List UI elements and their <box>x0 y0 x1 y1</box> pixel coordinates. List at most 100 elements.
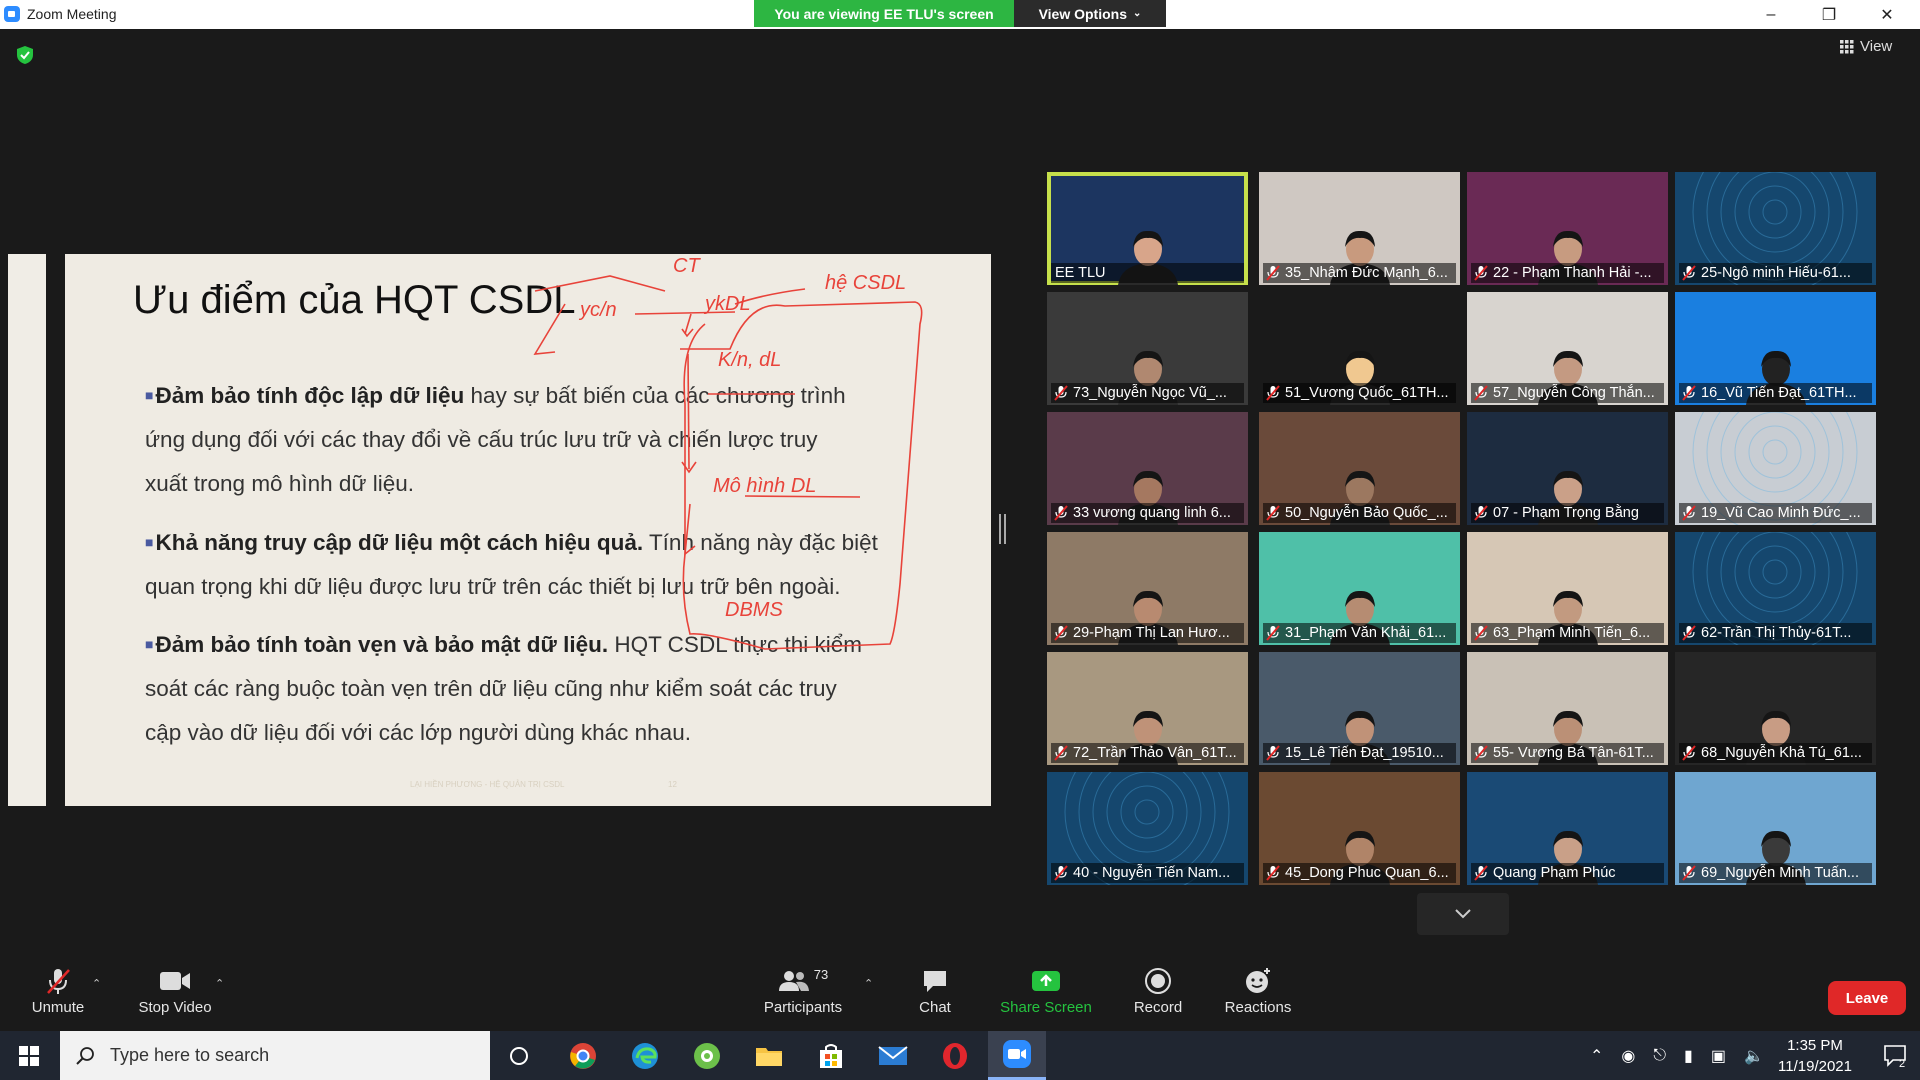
participant-tile[interactable]: 72_Trần Thảo Vân_61T... <box>1047 652 1248 765</box>
file-explorer-taskbar-icon[interactable] <box>740 1031 798 1080</box>
participant-tile[interactable]: EE TLU <box>1047 172 1248 285</box>
participant-tile[interactable]: 31_Phạm Văn Khải_61... <box>1259 532 1460 645</box>
mic-muted-icon <box>1266 625 1280 641</box>
participant-name: 40 - Nguyễn Tiến Nam... <box>1051 863 1244 883</box>
participant-tile[interactable]: Quang Phạm Phúc <box>1467 772 1668 885</box>
window-title: Zoom Meeting <box>27 6 117 22</box>
network-icon[interactable]: ▣ <box>1711 1046 1726 1066</box>
chat-button[interactable]: Chat <box>905 963 965 1016</box>
chevron-up-icon[interactable]: ⌃ <box>1590 1046 1603 1066</box>
webcam-icon[interactable]: ◉ <box>1621 1046 1635 1066</box>
battery-icon[interactable]: ▮ <box>1684 1046 1693 1066</box>
participant-name: Quang Phạm Phúc <box>1471 863 1664 883</box>
participant-tile[interactable]: 50_Nguyễn Bảo Quốc_... <box>1259 412 1460 525</box>
taskbar-search-box[interactable]: Type here to search <box>60 1031 490 1080</box>
mic-muted-icon <box>1474 865 1488 881</box>
participant-name-text: 50_Nguyễn Bảo Quốc_... <box>1285 505 1448 521</box>
stop-video-button[interactable]: Stop Video <box>132 963 218 1016</box>
encryption-shield-icon[interactable] <box>14 44 36 66</box>
participant-name-text: 69_Nguyễn Minh Tuấn... <box>1701 865 1859 881</box>
participant-tile[interactable]: 16_Vũ Tiến Đạt_61TH... <box>1675 292 1876 405</box>
participant-name-text: 16_Vũ Tiến Đạt_61TH... <box>1701 385 1857 401</box>
cortana-circle-icon <box>510 1046 528 1065</box>
participant-name: 50_Nguyễn Bảo Quốc_... <box>1263 503 1456 523</box>
opera-icon <box>943 1042 967 1069</box>
clock-date: 11/19/2021 <box>1778 1058 1852 1075</box>
viewing-screen-label: You are viewing EE TLU's screen <box>754 0 1014 27</box>
record-button[interactable]: Record <box>1128 963 1188 1016</box>
participant-name: 31_Phạm Văn Khải_61... <box>1263 623 1456 643</box>
store-taskbar-icon[interactable] <box>802 1031 860 1080</box>
participant-tile[interactable]: 07 - Phạm Trọng Bằng <box>1467 412 1668 525</box>
participant-tile[interactable]: 25-Ngô minh Hiếu-61... <box>1675 172 1876 285</box>
participant-name-text: 51_Vương Quốc_61TH... <box>1285 385 1449 401</box>
participant-name-text: 62-Trần Thị Thủy-61T... <box>1701 625 1852 641</box>
notification-count: 2 <box>1898 1057 1906 1070</box>
participants-button[interactable]: 73 Participants <box>760 963 846 1016</box>
task-view-button[interactable] <box>490 1031 548 1080</box>
split-view-resize-handle[interactable] <box>999 514 1006 544</box>
edge-taskbar-icon[interactable] <box>616 1031 674 1080</box>
smiley-plus-icon <box>1246 968 1270 993</box>
unmute-button[interactable]: Unmute <box>24 963 92 1016</box>
participant-tile[interactable]: 68_Nguyễn Khả Tú_61... <box>1675 652 1876 765</box>
minimize-button[interactable]: – <box>1742 0 1800 29</box>
participant-name-text: 25-Ngô minh Hiếu-61... <box>1701 265 1851 281</box>
mic-muted-icon <box>1682 265 1696 281</box>
restore-button[interactable]: ❐ <box>1800 0 1858 29</box>
chevron-down-icon: ⌄ <box>1133 8 1142 19</box>
view-options-button[interactable]: View Options ⌄ <box>1014 0 1166 27</box>
participant-tile[interactable]: 22 - Phạm Thanh Hải -... <box>1467 172 1668 285</box>
taskbar-clock[interactable]: 1:35 PM 11/19/2021 <box>1760 1035 1870 1077</box>
participant-tile[interactable]: 40 - Nguyễn Tiến Nam... <box>1047 772 1248 885</box>
close-button[interactable]: ✕ <box>1858 0 1916 29</box>
participant-tile[interactable]: 51_Vương Quốc_61TH... <box>1259 292 1460 405</box>
participant-name-text: 40 - Nguyễn Tiến Nam... <box>1073 865 1231 881</box>
share-screen-button[interactable]: Share Screen <box>996 963 1096 1016</box>
microphone-icon[interactable]: ⎋ <box>1653 1047 1666 1065</box>
clock-time: 1:35 PM <box>1787 1037 1843 1054</box>
mic-muted-icon <box>1682 865 1696 881</box>
coccoc-taskbar-icon[interactable] <box>678 1031 736 1080</box>
participant-name-text: 68_Nguyễn Khả Tú_61... <box>1701 745 1862 761</box>
video-options-caret[interactable]: ⌃ <box>215 977 224 990</box>
chrome-taskbar-icon[interactable] <box>554 1031 612 1080</box>
record-icon <box>1145 968 1171 994</box>
participant-tile[interactable]: 15_Lê Tiến Đạt_19510... <box>1259 652 1460 765</box>
video-camera-icon <box>160 972 190 990</box>
start-button[interactable] <box>0 1031 58 1080</box>
participant-tile[interactable]: 57_Nguyễn Công Thắn... <box>1467 292 1668 405</box>
participant-tile[interactable]: 29-Phạm Thị Lan Hươ... <box>1047 532 1248 645</box>
unmute-label: Unmute <box>31 999 85 1016</box>
annotation-kn-dl: K/n, dL <box>718 349 781 371</box>
participants-options-caret[interactable]: ⌃ <box>864 977 873 990</box>
participant-tile[interactable]: 45_Dong Phuc Quan_6... <box>1259 772 1460 885</box>
leave-button[interactable]: Leave <box>1828 981 1906 1015</box>
reactions-button[interactable]: Reactions <box>1222 963 1294 1016</box>
mail-taskbar-icon[interactable] <box>864 1031 922 1080</box>
mic-muted-icon <box>1266 265 1280 281</box>
participant-name: 68_Nguyễn Khả Tú_61... <box>1679 743 1872 763</box>
participant-tile[interactable]: 63_Phạm Minh Tiến_6... <box>1467 532 1668 645</box>
mic-muted-icon <box>1682 625 1696 641</box>
participant-name: 19_Vũ Cao Minh Đức_... <box>1679 503 1872 523</box>
annotation-he-csdl: hệ CSDL <box>825 272 906 294</box>
participant-tile[interactable]: 19_Vũ Cao Minh Đức_... <box>1675 412 1876 525</box>
participant-name: 62-Trần Thị Thủy-61T... <box>1679 623 1872 643</box>
opera-taskbar-icon[interactable] <box>926 1031 984 1080</box>
participant-name: 16_Vũ Tiến Đạt_61TH... <box>1679 383 1872 403</box>
view-layout-button[interactable]: View <box>1840 38 1892 55</box>
audio-options-caret[interactable]: ⌃ <box>92 977 101 990</box>
participant-tile[interactable]: 73_Nguyễn Ngọc Vũ_... <box>1047 292 1248 405</box>
participant-tile[interactable]: 33 vương quang linh 6... <box>1047 412 1248 525</box>
action-center-button[interactable]: 2 <box>1868 1031 1920 1080</box>
participant-tile[interactable]: 62-Trần Thị Thủy-61T... <box>1675 532 1876 645</box>
participant-tile[interactable]: 69_Nguyễn Minh Tuấn... <box>1675 772 1876 885</box>
participant-tile[interactable]: 35_Nhâm Đức Mạnh_6... <box>1259 172 1460 285</box>
participant-name-text: Quang Phạm Phúc <box>1493 865 1616 881</box>
mic-muted-icon <box>1474 265 1488 281</box>
participant-name-text: 73_Nguyễn Ngọc Vũ_... <box>1073 385 1227 401</box>
zoom-taskbar-icon[interactable] <box>988 1031 1046 1080</box>
participant-tile[interactable]: 55- Vương Bá Tân-61T... <box>1467 652 1668 765</box>
gallery-next-page-button[interactable] <box>1417 893 1509 935</box>
